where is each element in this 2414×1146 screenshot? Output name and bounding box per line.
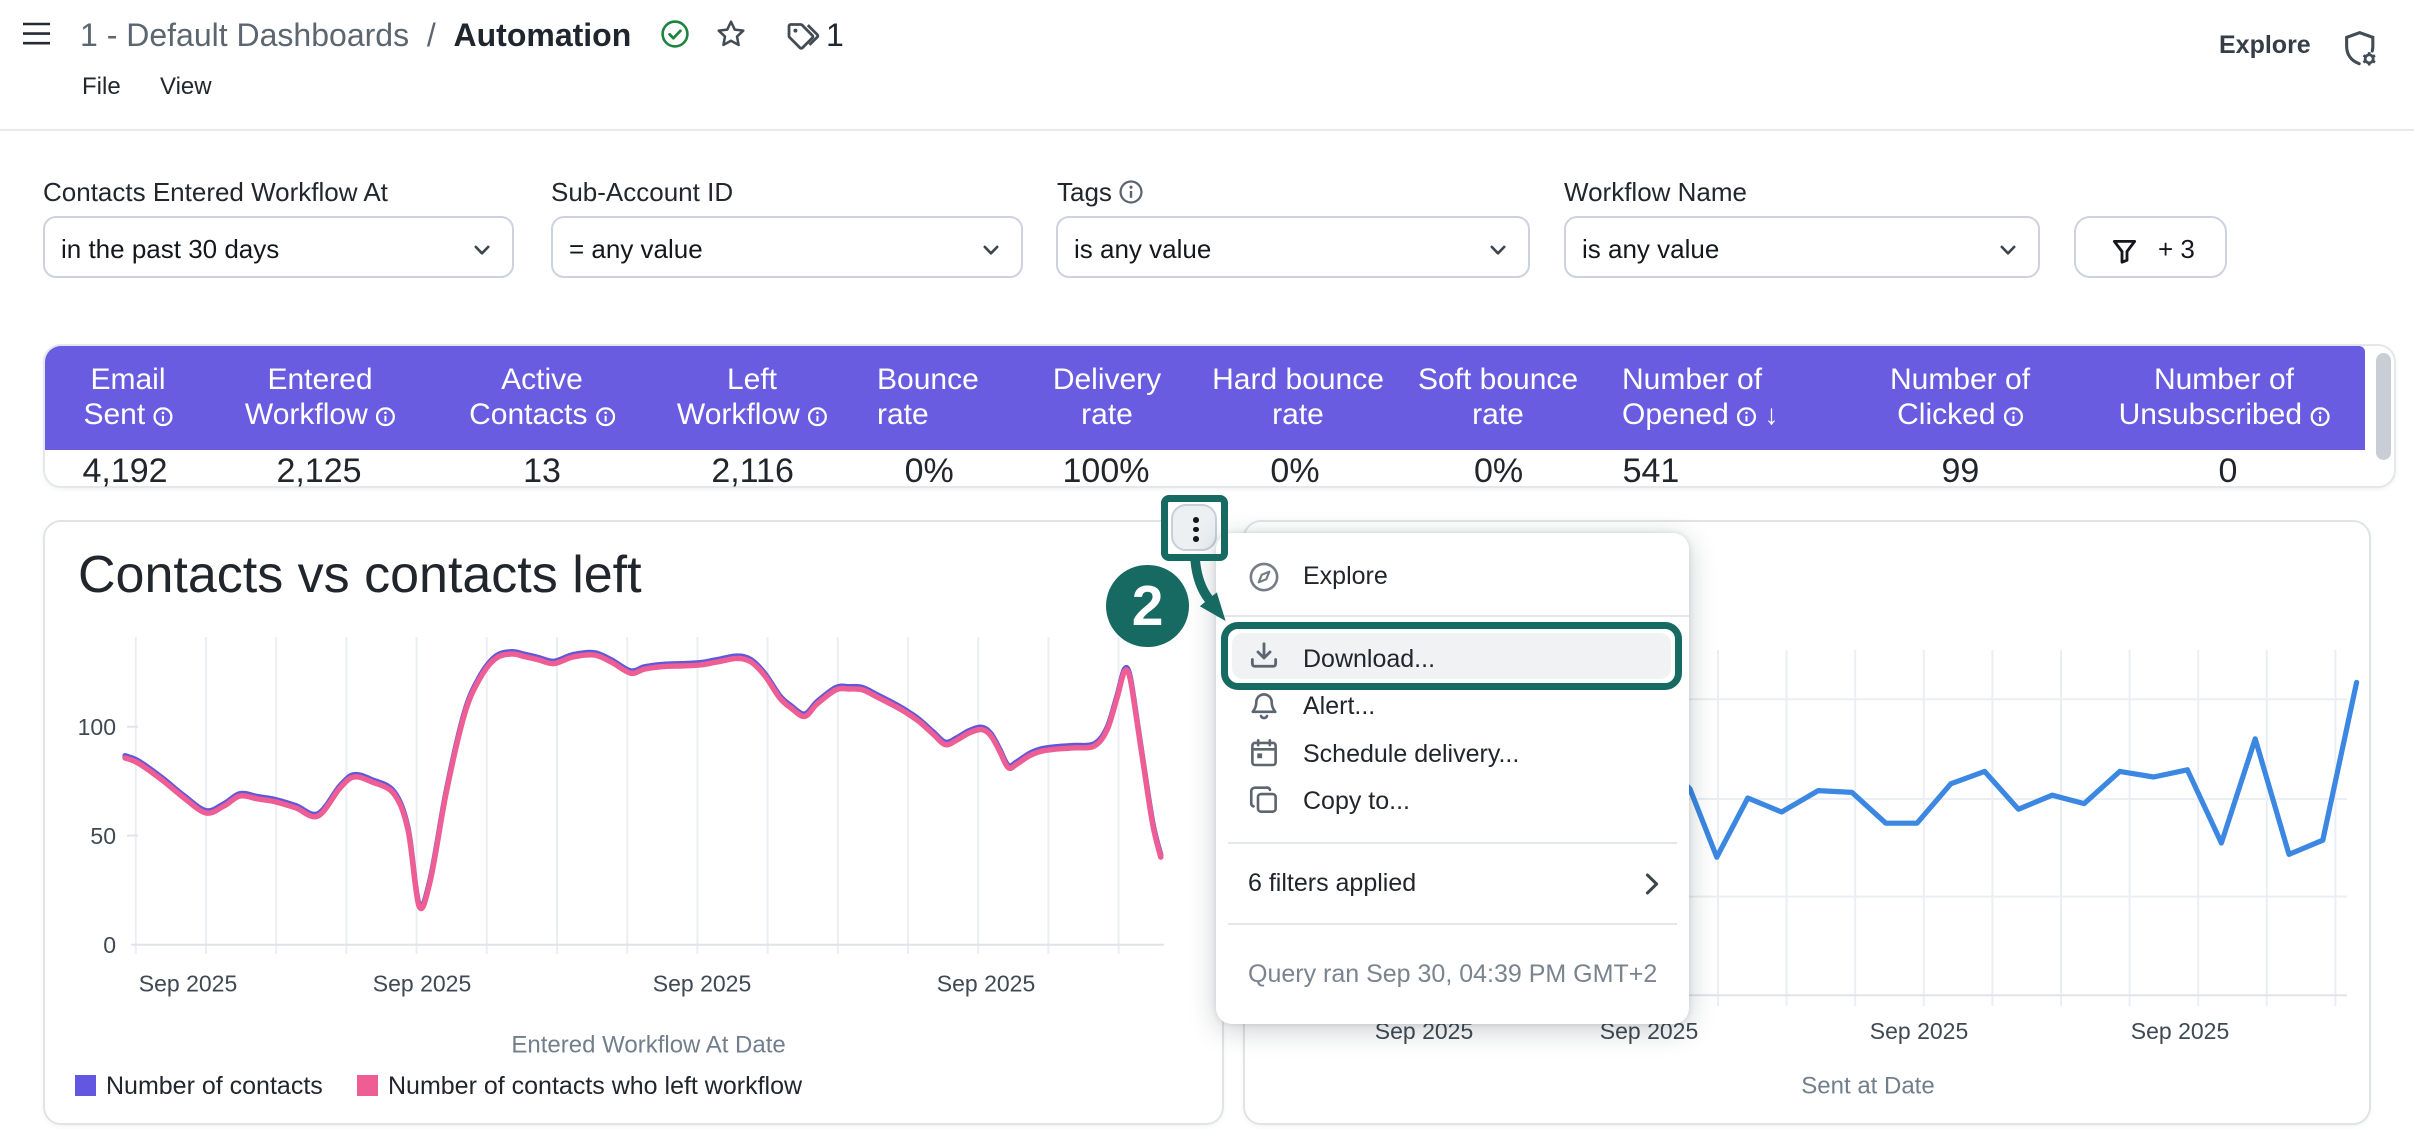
svg-text:Sep 2025: Sep 2025 bbox=[139, 971, 237, 997]
svg-text:Sep 2025: Sep 2025 bbox=[937, 971, 1035, 997]
svg-text:0: 0 bbox=[103, 932, 116, 958]
svg-text:Sep 2025: Sep 2025 bbox=[2131, 1018, 2229, 1044]
svg-text:100: 100 bbox=[78, 714, 116, 740]
svg-text:Sep 2025: Sep 2025 bbox=[1870, 1018, 1968, 1044]
svg-text:Sep 2025: Sep 2025 bbox=[653, 971, 751, 997]
svg-text:Sent at Date: Sent at Date bbox=[1801, 1072, 1934, 1099]
svg-text:50: 50 bbox=[90, 823, 116, 849]
svg-text:Sep 2025: Sep 2025 bbox=[373, 971, 471, 997]
svg-text:Entered Workflow At Date: Entered Workflow At Date bbox=[511, 1032, 785, 1059]
